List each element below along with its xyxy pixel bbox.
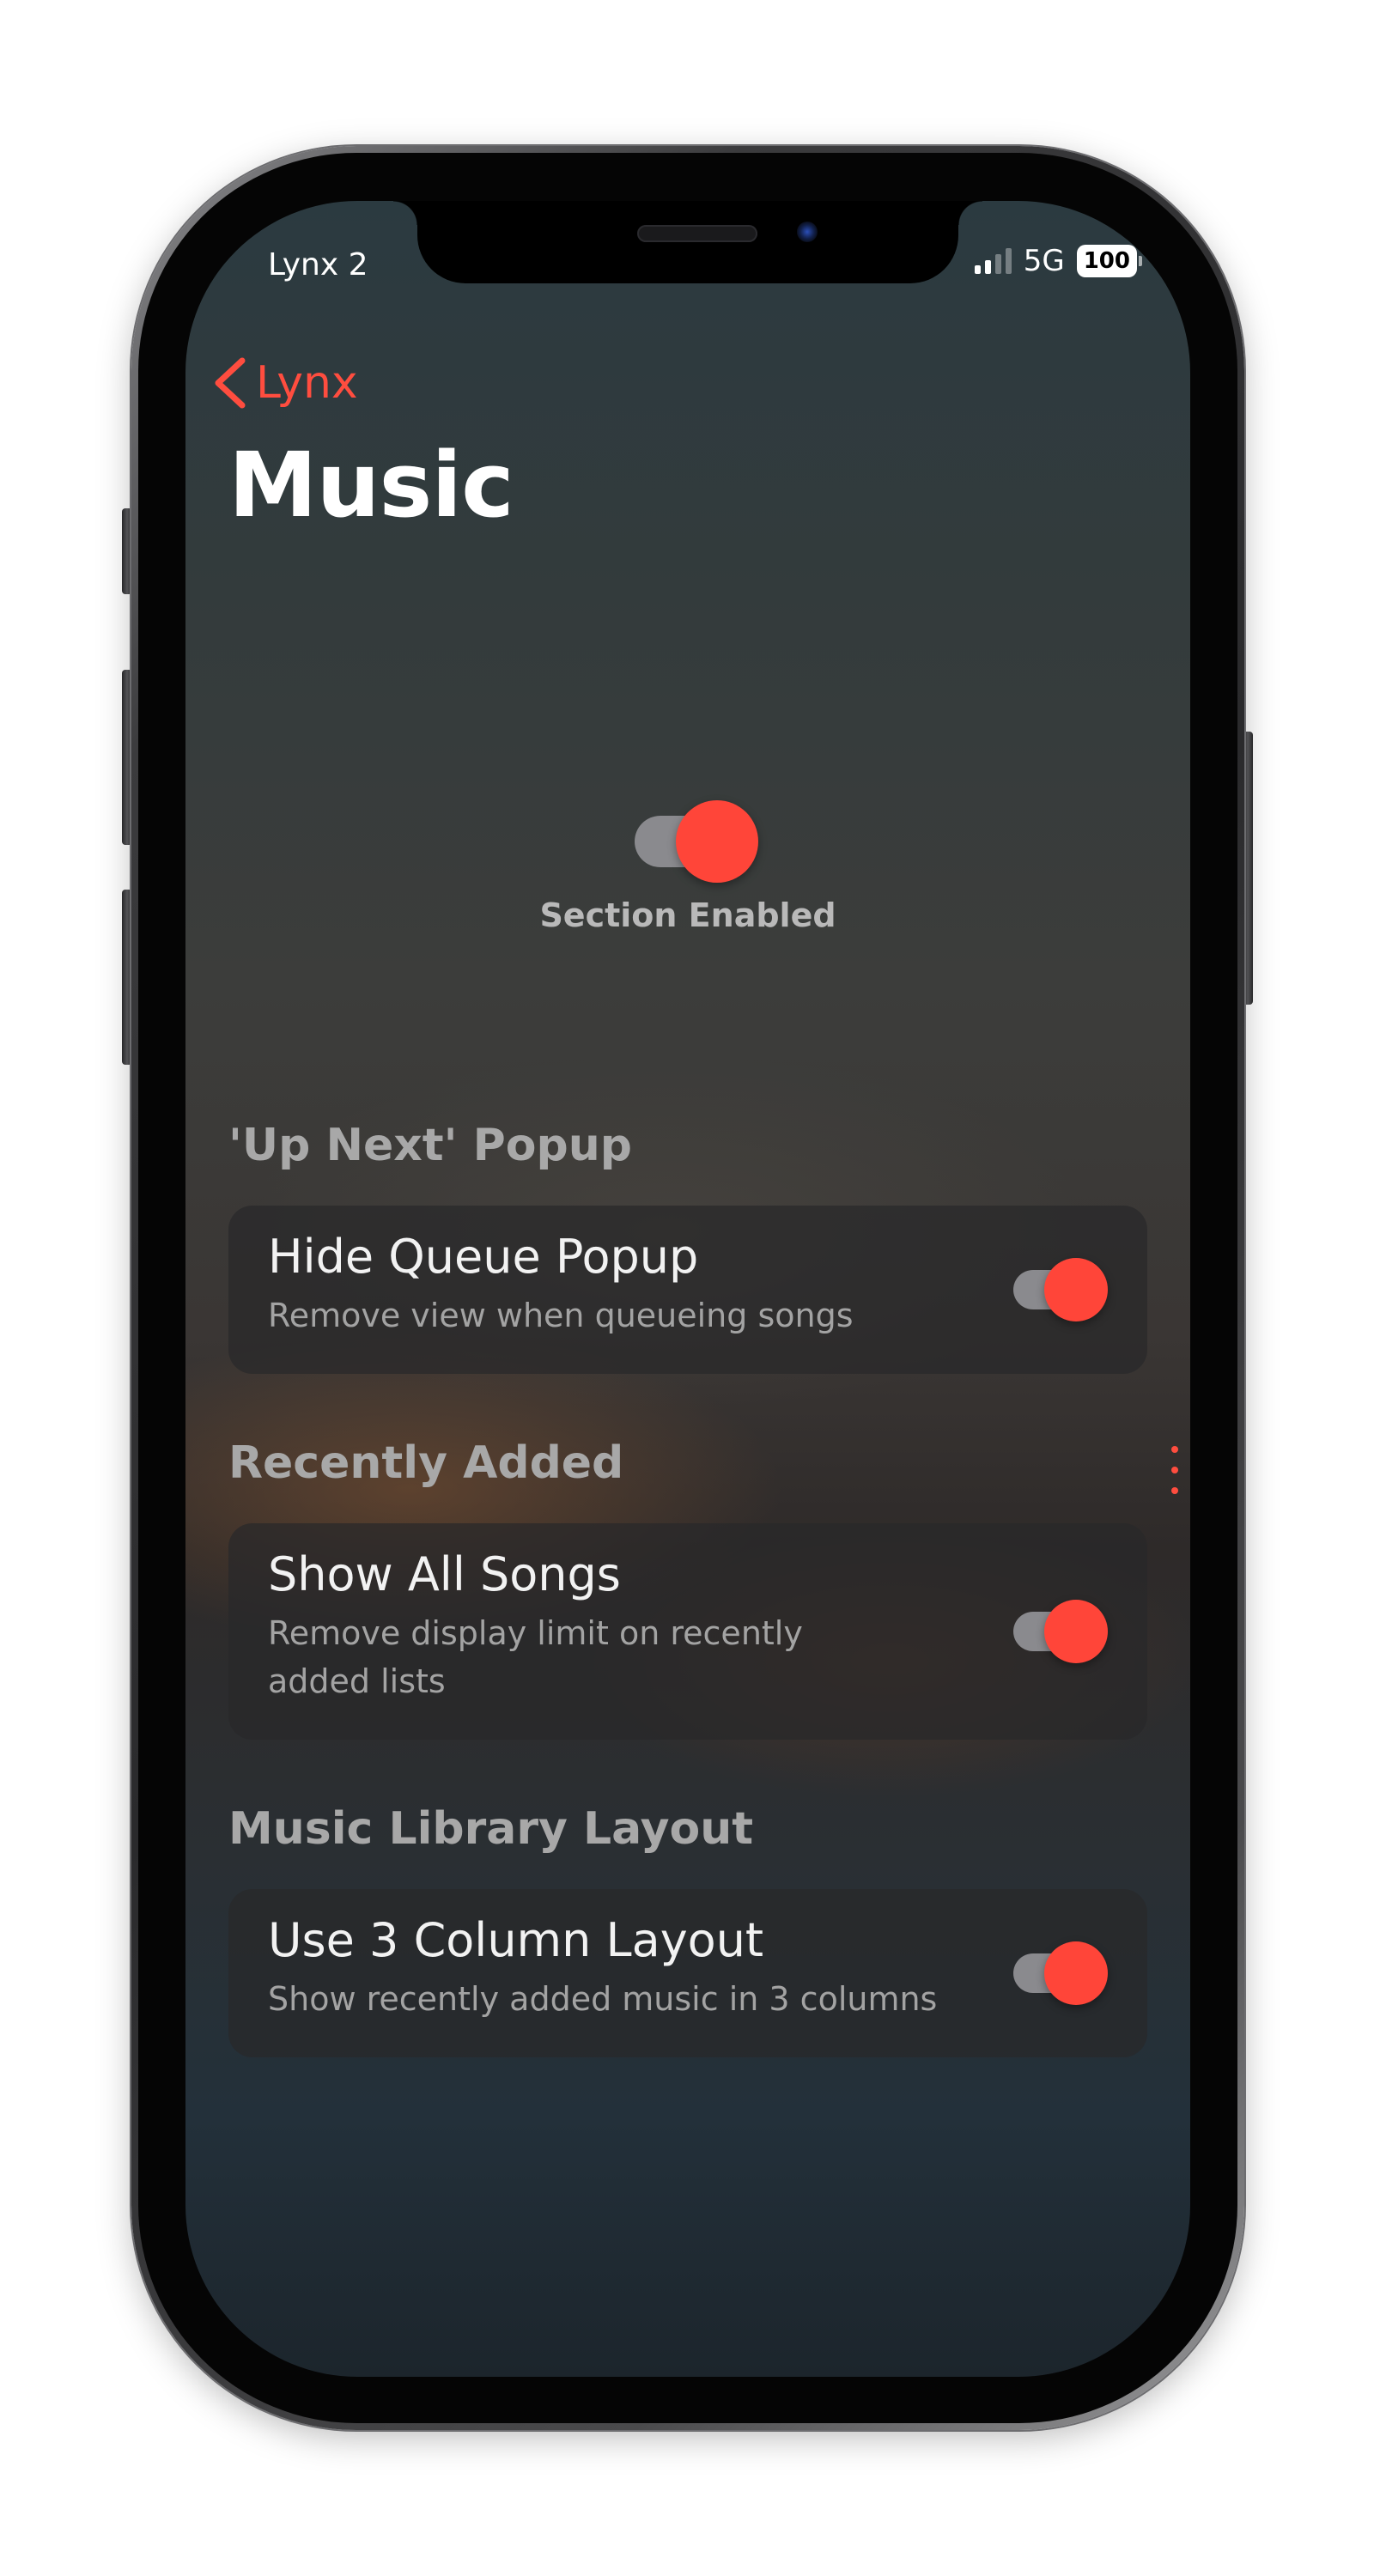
section-enabled-toggle[interactable] [635, 800, 758, 883]
setting-title: Hide Queue Popup [268, 1230, 699, 1284]
section-header-music-library-layout: Music Library Layout [228, 1803, 754, 1855]
back-button[interactable]: Lynx [211, 355, 358, 410]
battery-level: 100 [1076, 245, 1137, 277]
earpiece-speaker [637, 225, 757, 242]
setting-row-3-column-layout[interactable]: Use 3 Column Layout Show recently added … [228, 1889, 1147, 2057]
battery-icon: 100 [1076, 245, 1142, 277]
back-button-label: Lynx [256, 357, 358, 409]
chevron-left-icon [215, 357, 246, 409]
toggle-knob [676, 800, 758, 883]
cellular-signal-icon [974, 248, 1012, 274]
setting-row-show-all-songs[interactable]: Show All Songs Remove display limit on r… [228, 1523, 1147, 1740]
hide-queue-popup-toggle[interactable] [1013, 1258, 1108, 1321]
status-carrier: Lynx 2 [268, 247, 368, 283]
section-header-recently-added: Recently Added [228, 1437, 624, 1489]
3-column-layout-toggle[interactable] [1013, 1941, 1108, 2005]
network-type: 5G [1023, 244, 1065, 278]
toggle-knob [1044, 1258, 1108, 1321]
page-title: Music [228, 433, 514, 538]
section-enabled-control: Section Enabled [185, 800, 1190, 934]
toggle-knob [1044, 1941, 1108, 2005]
section-header-up-next: 'Up Next' Popup [228, 1120, 632, 1171]
notch [393, 201, 982, 283]
setting-subtitle-line2: added lists [268, 1662, 446, 1700]
setting-title: Show All Songs [268, 1547, 621, 1601]
setting-subtitle-line1: Remove display limit on recently [268, 1614, 803, 1652]
toggle-knob [1044, 1600, 1108, 1663]
section-enabled-label: Section Enabled [539, 896, 836, 934]
setting-subtitle: Show recently added music in 3 columns [268, 1980, 938, 2018]
status-indicators: 5G 100 [974, 244, 1142, 278]
scroll-indicator-dots [1171, 1446, 1178, 1494]
setting-title: Use 3 Column Layout [268, 1913, 764, 1967]
setting-subtitle: Remove view when queueing songs [268, 1297, 854, 1334]
setting-row-hide-queue-popup[interactable]: Hide Queue Popup Remove view when queuei… [228, 1206, 1147, 1374]
front-camera [797, 222, 818, 242]
show-all-songs-toggle[interactable] [1013, 1600, 1108, 1663]
screen: Lynx 2 5G 100 Lynx Music Section Enabled… [185, 201, 1190, 2377]
